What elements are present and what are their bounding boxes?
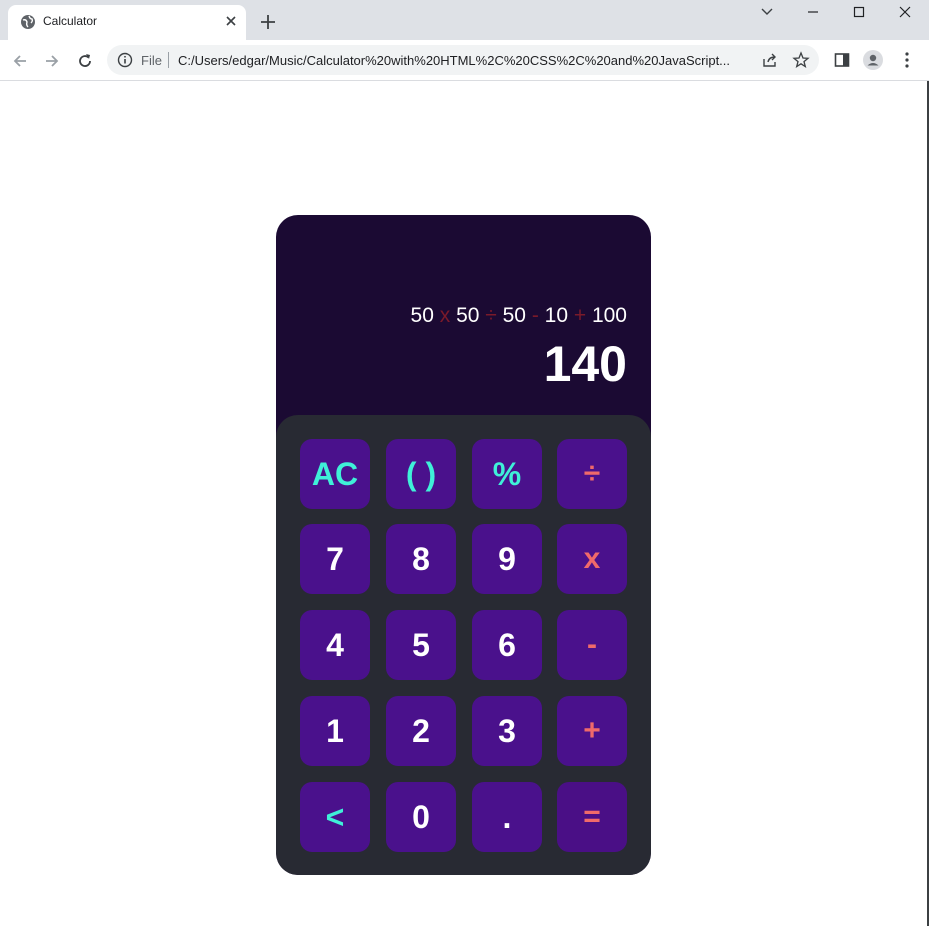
side-panel-icon bbox=[834, 53, 850, 67]
maximize-button[interactable] bbox=[836, 0, 882, 24]
browser-tab[interactable]: Calculator bbox=[8, 5, 246, 40]
digit-8-button[interactable]: 8 bbox=[386, 524, 456, 594]
maximize-icon bbox=[853, 6, 865, 18]
address-bar[interactable]: File C:/Users/edgar/Music/Calculator%20w… bbox=[107, 45, 819, 75]
scheme-label: File bbox=[141, 53, 162, 68]
share-icon[interactable] bbox=[761, 51, 779, 69]
close-window-button[interactable] bbox=[882, 0, 928, 24]
tab-title: Calculator bbox=[43, 14, 98, 28]
keypad: AC( )% ÷ 7 8 9 x 4 5 6- 1 2 3 + <0. = bbox=[276, 415, 651, 875]
add-button[interactable]: + bbox=[557, 696, 627, 766]
expression-operator: - bbox=[525, 304, 545, 327]
bookmark-star-icon[interactable] bbox=[792, 51, 810, 69]
digit-5-button[interactable]: 5 bbox=[386, 610, 456, 680]
info-icon[interactable] bbox=[117, 52, 133, 68]
digit-2-button[interactable]: 2 bbox=[386, 696, 456, 766]
subtract-button[interactable]: - bbox=[557, 610, 627, 680]
divider bbox=[168, 52, 169, 68]
calculator-display: 50 x 50 ÷ 50 - 10 + 100 140 bbox=[276, 215, 651, 415]
decimal-button[interactable]: . bbox=[472, 782, 542, 852]
minimize-button[interactable] bbox=[790, 0, 836, 24]
expression-number: 100 bbox=[591, 304, 627, 327]
digit-1-button[interactable]: 1 bbox=[300, 696, 370, 766]
back-button[interactable] bbox=[8, 49, 32, 73]
globe-icon bbox=[21, 15, 35, 29]
side-panel-button[interactable] bbox=[832, 50, 852, 70]
browser-tab-strip: Calculator bbox=[0, 0, 929, 40]
expression-operator: + bbox=[568, 304, 592, 327]
percent-button[interactable]: % bbox=[472, 439, 542, 509]
more-vertical-icon bbox=[905, 52, 909, 68]
forward-button[interactable] bbox=[40, 49, 64, 73]
expression-number: 50 bbox=[502, 304, 526, 327]
close-icon bbox=[899, 6, 911, 18]
expression-operator: ÷ bbox=[479, 304, 503, 327]
equals-button[interactable]: = bbox=[557, 782, 627, 852]
url-text[interactable]: C:/Users/edgar/Music/Calculator%20with%2… bbox=[178, 53, 750, 68]
minimize-icon bbox=[808, 11, 818, 13]
digit-0-button[interactable]: 0 bbox=[386, 782, 456, 852]
close-tab-icon[interactable] bbox=[223, 13, 239, 29]
new-tab-icon[interactable] bbox=[258, 12, 278, 32]
result-display: 140 bbox=[543, 336, 627, 392]
backspace-button[interactable]: < bbox=[300, 782, 370, 852]
calculator: 50 x 50 ÷ 50 - 10 + 100 140 AC( )% ÷ 7 8 9 x 4… bbox=[276, 215, 651, 875]
menu-button[interactable] bbox=[897, 50, 917, 70]
avatar-icon bbox=[863, 50, 883, 70]
expression-number: 50 bbox=[456, 304, 480, 327]
profile-button[interactable] bbox=[863, 50, 883, 70]
expression-display: 50 x 50 ÷ 50 - 10 + 100 bbox=[411, 304, 627, 328]
reload-button[interactable] bbox=[73, 49, 97, 73]
expression-number: 50 bbox=[410, 304, 434, 327]
multiply-button[interactable]: x bbox=[557, 524, 627, 594]
chevron-down-icon bbox=[761, 8, 773, 15]
expression-operator: x bbox=[433, 304, 457, 327]
tab-search-button[interactable] bbox=[744, 0, 790, 24]
digit-7-button[interactable]: 7 bbox=[300, 524, 370, 594]
parentheses-button[interactable]: ( ) bbox=[386, 439, 456, 509]
digit-4-button[interactable]: 4 bbox=[300, 610, 370, 680]
digit-3-button[interactable]: 3 bbox=[472, 696, 542, 766]
arrow-left-icon bbox=[13, 55, 26, 67]
digit-9-button[interactable]: 9 bbox=[472, 524, 542, 594]
reload-icon bbox=[79, 54, 91, 67]
expression-number: 10 bbox=[544, 304, 569, 327]
browser-toolbar: File C:/Users/edgar/Music/Calculator%20w… bbox=[0, 40, 929, 81]
digit-6-button[interactable]: 6 bbox=[472, 610, 542, 680]
clear-button[interactable]: AC bbox=[300, 439, 370, 509]
arrow-right-icon bbox=[46, 55, 59, 67]
divide-button[interactable]: ÷ bbox=[557, 439, 627, 509]
